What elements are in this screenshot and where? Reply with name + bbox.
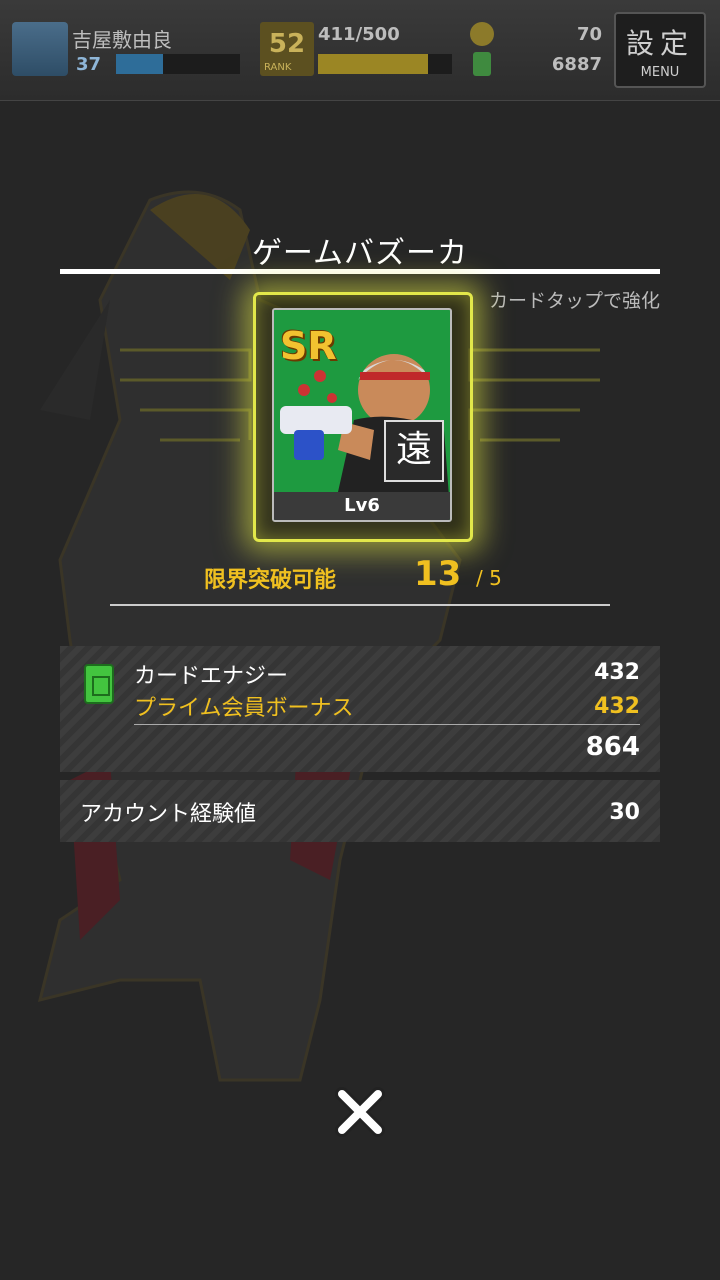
player-name: 吉屋敷由良	[72, 28, 172, 52]
coin-icon	[470, 22, 494, 46]
energy-panel: カードエナジー 432 プライム会員ボーナス 432 864	[60, 646, 660, 772]
limit-break-value: 13	[414, 554, 462, 594]
settings-label: 設定	[625, 27, 694, 60]
weapon-card[interactable]: SR 遠 Lv6	[272, 308, 452, 522]
limit-break-max: / 5	[476, 566, 502, 590]
energy-can-icon	[473, 52, 491, 76]
card-level: Lv6	[344, 495, 380, 516]
card-energy-label: カードエナジー	[134, 664, 289, 689]
limit-break-label: 限界突破可能	[204, 568, 337, 593]
account-exp-panel: アカウント経験値 30	[60, 780, 660, 842]
energy-count: 6887	[551, 54, 602, 75]
rarity-badge: SR	[280, 324, 337, 368]
stamina-bar	[318, 54, 452, 74]
card-title: ゲームバズーカ	[251, 236, 469, 271]
tap-to-enhance-hint: カードタップで強化	[488, 290, 660, 312]
stamina-value: 411/500	[318, 24, 400, 45]
top-status-bar: 吉屋敷由良 37 52 RANK 411/500 70 6887 設定 MENU	[0, 0, 720, 101]
menu-label: MENU	[640, 65, 680, 80]
card-energy-value: 432	[594, 660, 640, 685]
exp-bar	[116, 54, 240, 74]
player-avatar[interactable]	[12, 22, 68, 76]
energy-total: 864	[585, 732, 640, 762]
title-divider	[60, 269, 660, 274]
rank-label: RANK	[264, 62, 292, 73]
coin-count: 70	[576, 24, 602, 45]
exp-bar-fill	[116, 54, 164, 74]
energy-sum-divider	[134, 724, 640, 725]
limit-divider	[110, 604, 610, 606]
account-exp-value: 30	[609, 800, 640, 825]
settings-menu-button[interactable]: 設定 MENU	[614, 12, 706, 88]
attack-type-badge: 遠	[384, 420, 444, 482]
player-level: 37	[76, 54, 102, 75]
stamina-bar-fill	[318, 54, 428, 74]
prime-bonus-value: 432	[594, 694, 640, 719]
energy-can-icon	[84, 664, 114, 704]
prime-bonus-label: プライム会員ボーナス	[134, 696, 354, 721]
account-exp-label: アカウント経験値	[80, 802, 257, 827]
close-icon[interactable]	[330, 1082, 390, 1142]
